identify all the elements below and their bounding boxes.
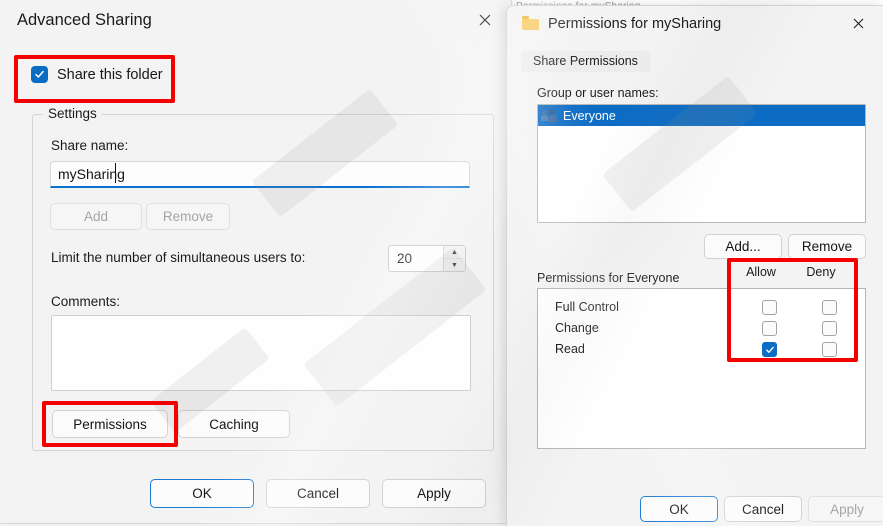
table-row: Full Control [538,297,865,318]
right-dialog-titlebar: Permissions for mySharing [507,6,883,44]
permissions-for-label: Permissions for Everyone [537,271,680,285]
right-ok-button[interactable]: OK [640,496,718,522]
left-ok-button[interactable]: OK [150,479,254,508]
share-this-folder-checkbox[interactable]: Share this folder [31,66,163,83]
left-apply-button[interactable]: Apply [382,479,486,508]
comments-textarea[interactable] [51,315,471,391]
close-icon[interactable] [841,9,875,37]
folder-icon [522,16,539,30]
list-item-label: Everyone [563,108,616,123]
simultaneous-users-label: Limit the number of simultaneous users t… [51,250,306,265]
deny-column-header: Deny [806,265,836,279]
right-apply-button[interactable]: Apply [808,496,883,522]
deny-checkbox[interactable] [822,321,837,336]
add-principal-button[interactable]: Add... [704,234,782,259]
left-cancel-button[interactable]: Cancel [266,479,370,508]
allow-checkbox[interactable] [762,300,777,315]
list-item[interactable]: Everyone [538,105,865,126]
screenshot-root: Permissions for mySharing Advanced Shari… [0,0,883,526]
right-cancel-button[interactable]: Cancel [724,496,802,522]
close-icon[interactable] [465,4,505,36]
deny-checkbox[interactable] [822,342,837,357]
stepper-arrows: ▲ ▼ [443,246,465,271]
table-row: Read [538,339,865,360]
checkbox-checked-icon [31,66,48,83]
simultaneous-users-stepper[interactable]: 20 ▲ ▼ [388,245,466,272]
allow-checkbox[interactable] [762,321,777,336]
share-name-label: Share name: [51,138,129,153]
permission-name: Full Control [555,300,619,314]
share-name-input[interactable] [50,161,470,188]
text-caret [115,163,116,183]
tab-share-permissions[interactable]: Share Permissions [521,51,650,72]
table-row: Change [538,318,865,339]
left-dialog-title: Advanced Sharing [17,11,152,29]
caching-button[interactable]: Caching [178,410,290,438]
remove-share-name-button[interactable]: Remove [146,203,230,230]
left-dialog-titlebar: Advanced Sharing [0,0,511,44]
settings-group-legend: Settings [43,106,102,121]
comments-label: Comments: [51,294,121,309]
permission-name: Change [555,321,599,335]
stepper-up-icon[interactable]: ▲ [444,246,465,259]
group-user-listbox[interactable]: Everyone [537,104,866,223]
permission-name: Read [555,342,585,356]
simultaneous-users-value: 20 [397,251,413,266]
allow-checkbox[interactable] [762,342,777,357]
remove-principal-button[interactable]: Remove [788,234,866,259]
deny-checkbox[interactable] [822,300,837,315]
share-this-folder-label: Share this folder [57,66,163,83]
add-share-name-button[interactable]: Add [50,203,142,230]
right-dialog-title: Permissions for mySharing [548,16,722,32]
group-or-user-names-label: Group or user names: [537,86,659,100]
users-icon [541,109,557,122]
permissions-button[interactable]: Permissions [52,410,168,438]
permissions-table: Full Control Change Read [537,288,866,449]
tabstrip: Share Permissions [507,51,883,75]
stepper-down-icon[interactable]: ▼ [444,259,465,271]
allow-column-header: Allow [746,265,776,279]
advanced-sharing-dialog: Advanced Sharing Share this folder Setti… [0,0,512,524]
